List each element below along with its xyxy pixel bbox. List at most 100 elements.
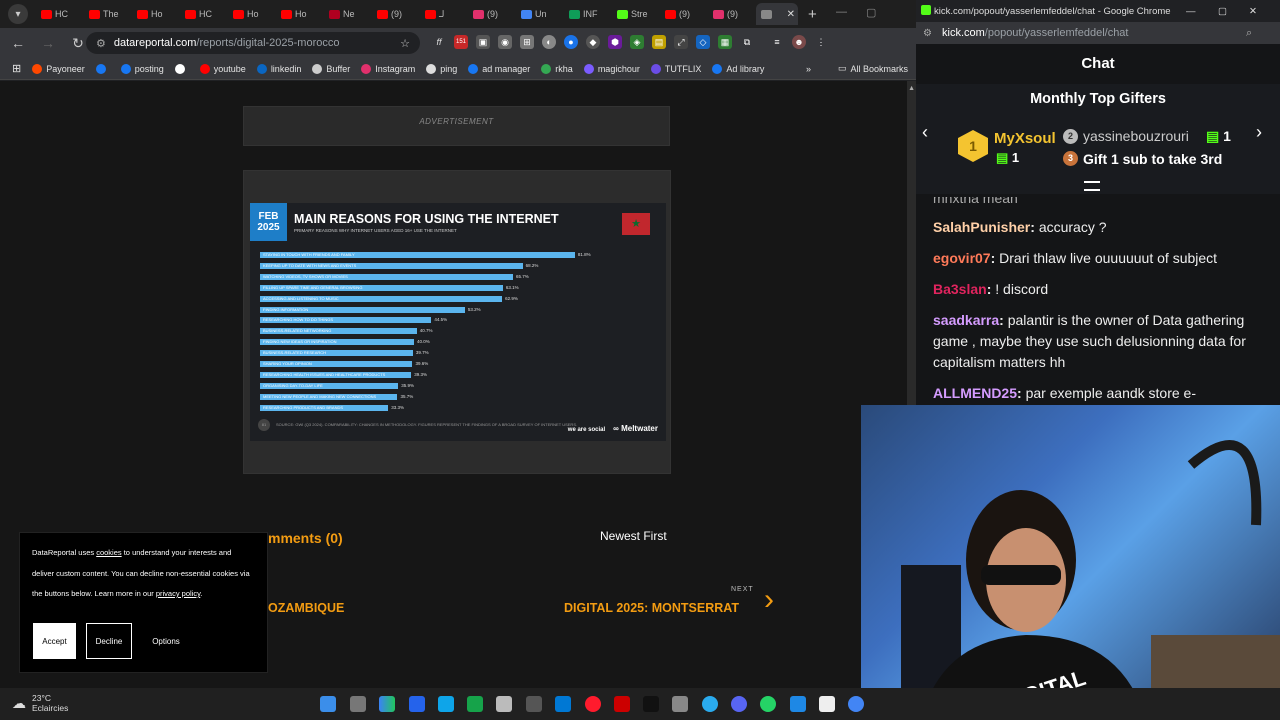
bookmark-item[interactable]: rkha	[541, 63, 573, 74]
chevron-right-icon[interactable]: ›	[1256, 122, 1262, 143]
bookmark-item[interactable]: TUTFLIX	[650, 63, 701, 74]
browser-tab[interactable]: Ho	[228, 3, 274, 25]
bookmark-item[interactable]: ad manager	[468, 63, 530, 74]
cookies-link[interactable]: cookies	[96, 548, 121, 557]
maximize-icon[interactable]: ▢	[1218, 6, 1227, 17]
bookmark-item[interactable]: Payoneer	[32, 63, 85, 74]
extension-icon[interactable]: ◇	[696, 35, 710, 49]
extension-icon[interactable]: ⤢	[674, 35, 688, 49]
font-extension-icon[interactable]: ff	[432, 35, 446, 49]
minimize-icon[interactable]: —	[836, 6, 847, 18]
browser-tab[interactable]: HC	[36, 3, 82, 25]
browser-tab[interactable]: Un	[516, 3, 562, 25]
report-slide[interactable]: FEB 2025 MAIN REASONS FOR USING THE INTER…	[250, 203, 666, 441]
extension-icon[interactable]: ▤	[652, 35, 666, 49]
browser-tab[interactable]: (9)	[468, 3, 514, 25]
store-icon[interactable]	[526, 696, 542, 712]
chevron-left-icon[interactable]: ‹	[922, 122, 928, 143]
extension-icon[interactable]: ◈	[630, 35, 644, 49]
bookmark-star-icon[interactable]: ☆	[400, 37, 410, 50]
start-windows-icon[interactable]	[320, 696, 336, 712]
chat-username[interactable]: saadkarra	[933, 312, 999, 328]
gifter1-name[interactable]: MyXsoul	[994, 130, 1056, 147]
extension-icon[interactable]: ⊞	[520, 35, 534, 49]
scroll-up-icon[interactable]: ▲	[908, 85, 915, 92]
app-icon[interactable]	[790, 696, 806, 712]
browser-tab[interactable]: Stre	[612, 3, 658, 25]
browser-tab[interactable]: (9)	[708, 3, 754, 25]
minimize-icon[interactable]: —	[1186, 6, 1196, 17]
extension-icon[interactable]: ◆	[586, 35, 600, 49]
extension-icon[interactable]: ◐	[542, 35, 556, 49]
options-button[interactable]: Options	[146, 623, 186, 659]
menu-kebab-icon[interactable]: ⋮	[814, 35, 828, 49]
outlook-icon[interactable]	[555, 696, 571, 712]
badge-extension-icon[interactable]: 151	[454, 35, 468, 49]
extension-icon[interactable]: ▦	[718, 35, 732, 49]
bookmark-item[interactable]: posting	[120, 63, 164, 74]
bookmark-item[interactable]: youtube	[199, 63, 246, 74]
app-icon[interactable]	[614, 696, 630, 712]
bookmark-item[interactable]: Ad library	[712, 63, 764, 74]
bookmark-item[interactable]: Instagram	[361, 63, 415, 74]
gifter2-name[interactable]: yassinebouzrouri	[1083, 128, 1189, 144]
browser-tab[interactable]: Ho	[132, 3, 178, 25]
app-icon[interactable]	[672, 696, 688, 712]
chat-username[interactable]: SalahPunisher	[933, 219, 1030, 235]
zoom-icon[interactable]: ⌕	[1246, 27, 1252, 40]
apps-grid-icon[interactable]: ⊞	[12, 62, 21, 75]
decline-button[interactable]: Decline	[86, 623, 132, 659]
browser-tab[interactable]: INF	[564, 3, 610, 25]
extensions-puzzle-icon[interactable]: ⧉	[740, 35, 754, 49]
browser-tab[interactable]: ✕	[756, 3, 798, 25]
browser-tab[interactable]: لـ	[420, 3, 466, 25]
notion-icon[interactable]	[819, 696, 835, 712]
chat-username[interactable]: egovir07	[933, 250, 991, 266]
sort-newest-first[interactable]: Newest First	[600, 529, 667, 543]
bookmark-item[interactable]: Buffer	[312, 63, 350, 74]
address-bar[interactable]: ⚙ datareportal.com/reports/digital-2025-…	[86, 32, 420, 54]
task-view-icon[interactable]	[350, 696, 366, 712]
weather-widget[interactable]: ☁ 23°C Eclaircies	[12, 693, 68, 713]
camera-extension-icon[interactable]: ◉	[498, 35, 512, 49]
bookmark-item[interactable]	[95, 63, 110, 74]
profile-avatar[interactable]: ☻	[792, 35, 806, 49]
all-bookmarks-folder[interactable]: ▭ All Bookmarks	[838, 63, 908, 74]
chrome-icon[interactable]	[848, 696, 864, 712]
new-tab-button[interactable]: +	[808, 6, 817, 23]
more-bookmarks-icon[interactable]: »	[806, 64, 811, 74]
extension-icon[interactable]: ▣	[476, 35, 490, 49]
browser-tab[interactable]: (9)	[372, 3, 418, 25]
app-icon[interactable]	[731, 696, 747, 712]
tiktok-icon[interactable]	[643, 696, 659, 712]
app-icon[interactable]	[496, 696, 512, 712]
close-tab-icon[interactable]: ✕	[787, 9, 795, 20]
extension-icon[interactable]: ●	[564, 35, 578, 49]
app-icon[interactable]	[409, 696, 425, 712]
chat-username[interactable]: ALLMEND25	[933, 385, 1017, 401]
media-icon[interactable]: ≡	[770, 35, 784, 49]
site-info-icon[interactable]: ⚙	[96, 37, 106, 50]
whatsapp-icon[interactable]	[760, 696, 776, 712]
bookmark-item[interactable]: linkedin	[256, 63, 301, 74]
back-button[interactable]: ←	[6, 35, 30, 51]
telegram-icon[interactable]	[702, 696, 718, 712]
browser-tab[interactable]: The	[84, 3, 130, 25]
app-icon[interactable]	[438, 696, 454, 712]
browser-tab[interactable]: (9)	[660, 3, 706, 25]
privacy-policy-link[interactable]: privacy policy	[156, 589, 200, 598]
extension-icon[interactable]: ⬢	[608, 35, 622, 49]
opera-icon[interactable]	[585, 696, 601, 712]
chevron-right-icon[interactable]: ›	[764, 583, 774, 617]
maximize-icon[interactable]: ▢	[866, 6, 876, 19]
next-article-link[interactable]: DIGITAL 2025: MONTSERRAT	[564, 601, 739, 615]
accept-button[interactable]: Accept	[33, 623, 76, 659]
forward-button[interactable]: →	[36, 35, 60, 51]
chat-username[interactable]: Ba3slan	[933, 281, 987, 297]
copilot-icon[interactable]	[379, 696, 395, 712]
browser-tab[interactable]: HC	[180, 3, 226, 25]
bookmark-item[interactable]: ping	[426, 63, 457, 74]
bookmark-item[interactable]	[174, 63, 189, 74]
collapse-icon[interactable]	[1084, 181, 1100, 191]
browser-tab[interactable]: Ne	[324, 3, 370, 25]
